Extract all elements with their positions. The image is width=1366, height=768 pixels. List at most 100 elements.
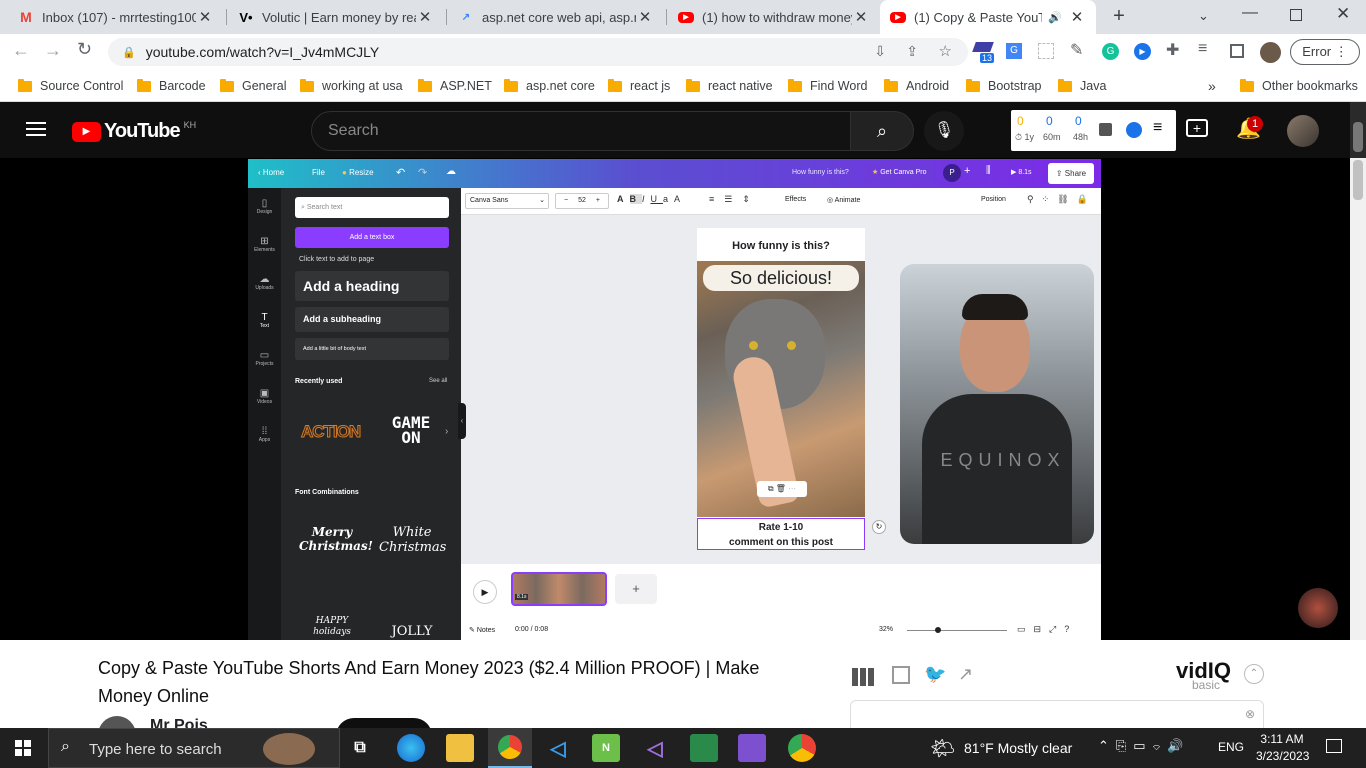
font-size-stepper[interactable]: − 52 +: [555, 193, 609, 209]
bookmark-folder[interactable]: Find Word: [788, 70, 867, 102]
add-page-button[interactable]: +: [615, 574, 657, 604]
bookmark-folder[interactable]: Barcode: [137, 70, 206, 102]
notepad-plus-icon[interactable]: N: [592, 734, 620, 762]
tab-gmail[interactable]: M Inbox (107) - mrrtesting100@ ✕: [8, 0, 224, 34]
profile-avatar[interactable]: [1260, 42, 1281, 63]
grammarly-icon[interactable]: G: [1102, 43, 1119, 60]
timeline-play-button[interactable]: ▶: [473, 580, 497, 604]
system-tray-icons[interactable]: ⌃⎘▭⌔🔊: [1098, 738, 1190, 754]
new-tab-button[interactable]: +: [1108, 6, 1130, 28]
present-button[interactable]: ▶ 8.1s: [1006, 164, 1037, 182]
vscode-icon[interactable]: ◁: [544, 734, 572, 762]
vidiq-icon[interactable]: [1126, 122, 1142, 138]
forward-icon[interactable]: →: [44, 40, 62, 61]
add-text-box-button[interactable]: Add a text box: [295, 227, 449, 248]
scroll-right-icon[interactable]: ›: [445, 426, 448, 437]
add-heading-button[interactable]: Add a heading: [295, 271, 449, 301]
tab-youtube-withdraw[interactable]: ▶ (1) how to withdraw money f ✕: [668, 0, 880, 34]
font-combo-happy-holidays[interactable]: HAPPY holidays: [299, 616, 365, 638]
graduation-cap-extension-icon[interactable]: 13: [972, 42, 995, 63]
share-icon[interactable]: ⇪: [906, 43, 918, 60]
sidebar-item-elements[interactable]: ⊞ Elements: [248, 236, 281, 253]
bookmark-folder[interactable]: General: [220, 70, 286, 102]
translate-icon[interactable]: G: [1006, 43, 1022, 59]
canva-resize-button[interactable]: ● Resize: [342, 168, 374, 177]
canva-user-avatar[interactable]: P: [943, 164, 961, 182]
chrome-dev-icon[interactable]: [788, 734, 816, 762]
task-view-icon[interactable]: ⧉: [346, 734, 374, 762]
font-combo-jolly[interactable]: JOLLY: [379, 624, 445, 639]
font-combo-white-christmas[interactable]: White Christmas: [379, 525, 446, 555]
add-body-text-button[interactable]: Add a little bit of body text: [295, 338, 449, 360]
tab-search-icon[interactable]: ⌄: [1198, 8, 1209, 24]
file-explorer-icon[interactable]: [446, 734, 474, 762]
font-preset-game-on[interactable]: GAME ON: [381, 415, 441, 446]
undo-icon[interactable]: ↶: [396, 166, 405, 179]
media-queue-icon[interactable]: ≡: [1198, 40, 1207, 58]
sidebar-item-apps[interactable]: ⁞⁞ Apps: [248, 426, 281, 443]
stats-chart-icon[interactable]: [1099, 123, 1112, 136]
bookmark-folder[interactable]: asp.net core: [504, 70, 595, 102]
bookmarks-overflow-button[interactable]: »: [1208, 70, 1216, 102]
weather-icon[interactable]: 🌤: [930, 736, 955, 761]
voice-search-button[interactable]: 🎙: [924, 111, 964, 151]
channel-watermark[interactable]: [1298, 588, 1338, 628]
redo-icon[interactable]: ↷: [418, 166, 427, 179]
bookmark-folder[interactable]: Bootstrap: [966, 70, 1042, 102]
eyedropper-icon[interactable]: ✎: [1070, 40, 1083, 60]
media-extension-icon[interactable]: ▶: [1134, 43, 1151, 60]
language-indicator[interactable]: ENG: [1218, 740, 1244, 754]
add-collaborator-icon[interactable]: +: [964, 165, 970, 177]
canva-home-button[interactable]: ‹ Home: [258, 168, 284, 177]
close-panel-icon[interactable]: ⊗: [1245, 707, 1255, 721]
notes-button[interactable]: ✎ Notes: [469, 626, 495, 634]
chrome-taskbar-button[interactable]: [488, 728, 532, 768]
bookmark-star-icon[interactable]: ☆: [939, 42, 952, 60]
sidebar-item-uploads[interactable]: ☁ Uploads: [248, 274, 281, 291]
channel-name[interactable]: Mr Pois: [150, 717, 208, 728]
bookmark-folder[interactable]: Android: [884, 70, 949, 102]
element-quick-actions[interactable]: ⧉ 🗑 ⋯: [757, 481, 807, 497]
selected-text-box[interactable]: Rate 1-10 comment on this post: [697, 518, 865, 550]
menu-icon[interactable]: [26, 122, 46, 136]
canva-file-menu[interactable]: File: [312, 168, 325, 177]
bookmark-folder[interactable]: Source Control: [18, 70, 123, 102]
back-icon[interactable]: ←: [12, 40, 30, 61]
create-video-icon[interactable]: +: [1186, 119, 1208, 137]
canva-doc-title[interactable]: How funny is this?: [792, 169, 849, 176]
visual-studio-icon[interactable]: ◁: [641, 734, 669, 762]
speaker-icon[interactable]: 🔊: [1048, 11, 1062, 24]
effects-button[interactable]: Effects: [785, 196, 806, 203]
canva-design-page[interactable]: How funny is this? So delicious! ⧉ 🗑 ⋯ R…: [697, 228, 865, 550]
edge-icon[interactable]: [397, 734, 425, 762]
align-list-spacing-icons[interactable]: ≡☰⇕: [709, 194, 760, 205]
sidebar-item-projects[interactable]: ▭ Projects: [248, 350, 281, 367]
bookmark-folder[interactable]: working at usa: [300, 70, 403, 102]
bookmark-folder[interactable]: Java: [1058, 70, 1106, 102]
canva-share-button[interactable]: ⇪ Share: [1048, 163, 1094, 184]
animate-button[interactable]: ◎ Animate: [827, 196, 860, 204]
close-tab-icon[interactable]: ✕: [1068, 8, 1086, 26]
trending-icon[interactable]: ↗: [958, 664, 973, 685]
text-format-icons[interactable]: ABIUaA: [617, 194, 686, 204]
rotate-handle-icon[interactable]: ↻: [872, 520, 886, 534]
reload-icon[interactable]: ↻: [77, 39, 92, 60]
twitter-icon[interactable]: 🐦: [924, 664, 946, 685]
clock[interactable]: 3:11 AM 3/23/2023: [1256, 731, 1309, 765]
install-app-icon[interactable]: ⇩: [874, 43, 886, 60]
extensions-puzzle-icon[interactable]: ✚: [1166, 40, 1179, 60]
close-tab-icon[interactable]: ✕: [196, 8, 214, 26]
vidiq-stats-widget[interactable]: 0 ⏱ 1y 0 60m 0 48h ≡: [1011, 110, 1176, 151]
youtube-logo[interactable]: ▶ YouTube KH: [72, 120, 196, 143]
close-tab-icon[interactable]: ✕: [416, 8, 434, 26]
taskbar-search-box[interactable]: ⌕ Type here to search: [48, 728, 340, 768]
search-button[interactable]: ⌕: [850, 111, 914, 151]
subscribe-button[interactable]: [336, 718, 432, 728]
font-family-select[interactable]: Canva Sans ⌄: [465, 193, 549, 209]
notifications-center-icon[interactable]: [1326, 739, 1342, 753]
canva-search-text-input[interactable]: ⌕ Search text: [295, 197, 449, 218]
video-editor-icon[interactable]: [738, 734, 766, 762]
close-tab-icon[interactable]: ✕: [636, 8, 654, 26]
vidiq-menu-icon[interactable]: ≡: [1153, 119, 1162, 137]
tab-youtube-copy-paste[interactable]: ▶ (1) Copy & Paste YouTub 🔊 ✕: [880, 0, 1096, 34]
